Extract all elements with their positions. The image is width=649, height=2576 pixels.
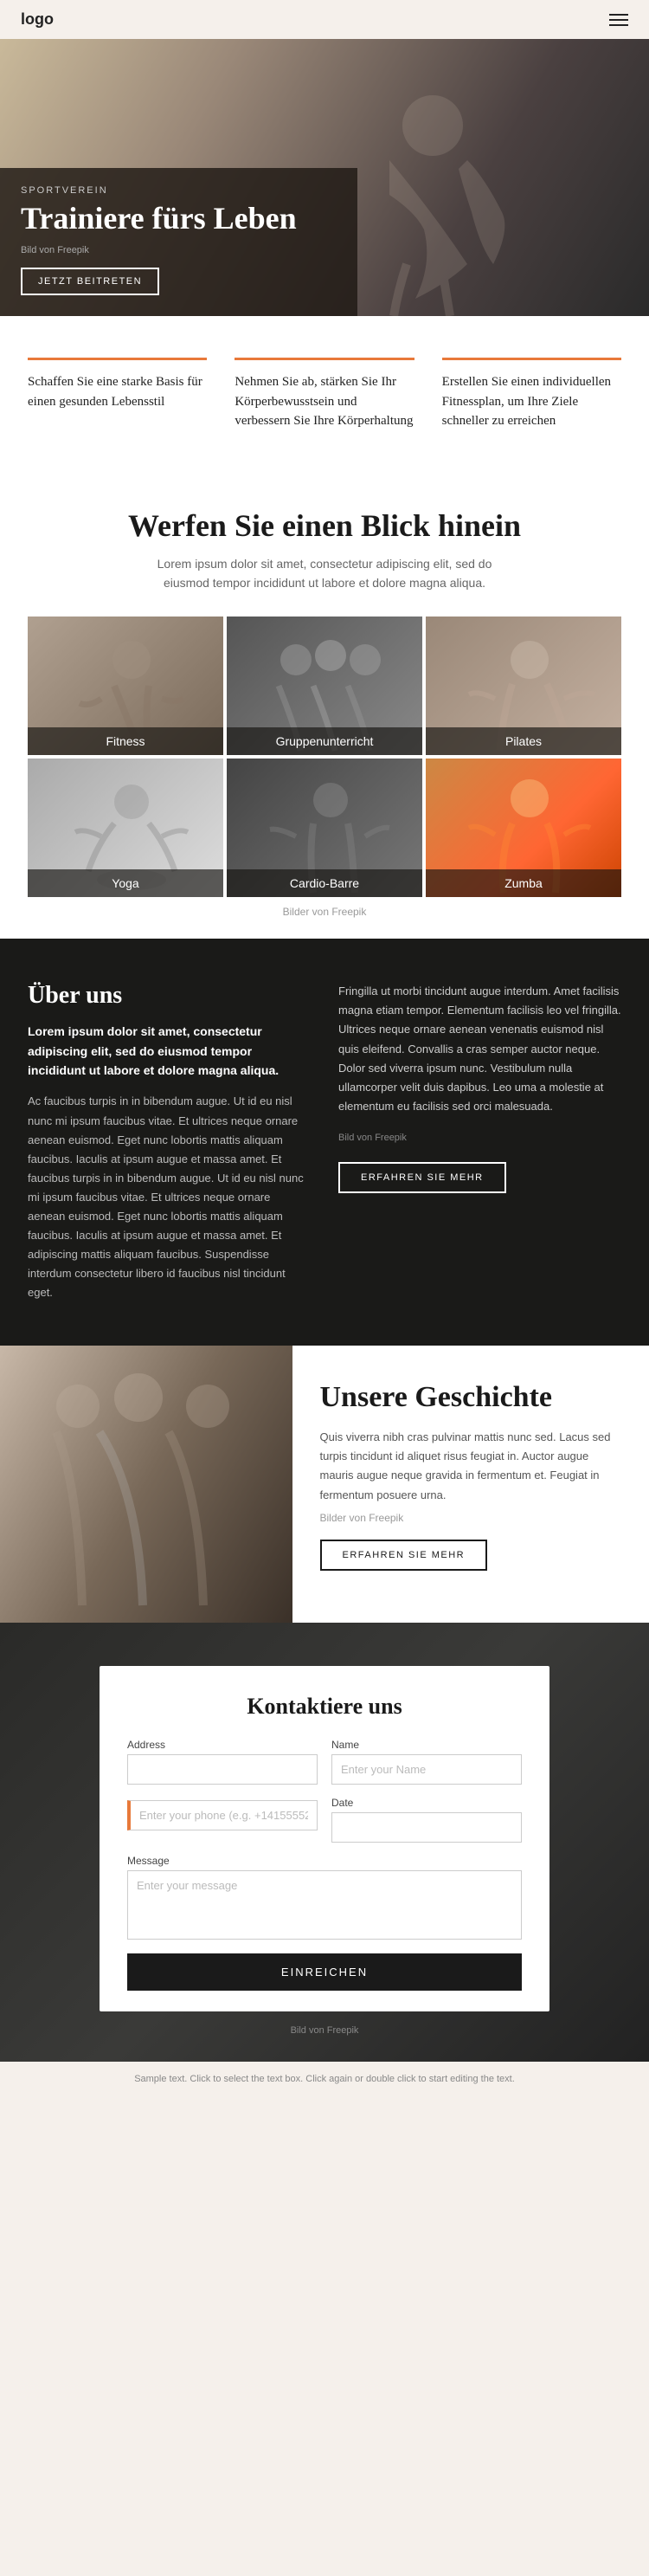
- form-group-address: Address: [127, 1739, 318, 1785]
- hero-title: Trainiere fürs Leben: [21, 201, 337, 236]
- date-input[interactable]: [331, 1812, 522, 1843]
- submit-button[interactable]: EINREICHEN: [127, 1953, 522, 1991]
- hero-section: SPORTVEREIN Trainiere fürs Leben Bild vo…: [0, 39, 649, 316]
- gallery-grid: Fitness Gruppenunterricht: [28, 617, 621, 897]
- form-row-phone-date: Date: [127, 1797, 522, 1843]
- form-group-message: Message: [127, 1855, 522, 1940]
- about-learn-button[interactable]: ERFAHREN SIE MEHR: [338, 1162, 506, 1193]
- about-credit: Bild von Freepik: [338, 1130, 621, 1146]
- features-section: Schaffen Sie eine starke Basis für einen…: [0, 316, 649, 473]
- contact-bg-credit: Bild von Freepik: [21, 2025, 628, 2036]
- hamburger-line-3: [609, 24, 628, 26]
- gallery-label-fitness: Fitness: [28, 727, 223, 755]
- history-content: Unsere Geschichte Quis viverra nibh cras…: [292, 1346, 649, 1623]
- history-title: Unsere Geschichte: [320, 1380, 622, 1416]
- contact-section: Kontaktiere uns Address Name Date Messag…: [0, 1623, 649, 2062]
- gallery-item-pilates[interactable]: Pilates: [426, 617, 621, 755]
- logo: logo: [21, 10, 54, 29]
- hero-overlay: SPORTVEREIN Trainiere fürs Leben Bild vo…: [0, 168, 357, 316]
- gallery-label-zumba: Zumba: [426, 869, 621, 897]
- footer-text: Sample text. Click to select the text bo…: [21, 2072, 628, 2088]
- gallery-item-cardio[interactable]: Cardio-Barre: [227, 759, 422, 897]
- footer: Sample text. Click to select the text bo…: [0, 2062, 649, 2098]
- form-row-address-name: Address Name: [127, 1739, 522, 1785]
- history-learn-button[interactable]: ERFAHREN SIE MEHR: [320, 1540, 488, 1571]
- contact-card: Kontaktiere uns Address Name Date Messag…: [100, 1666, 549, 2011]
- hero-credit: Bild von Freepik: [21, 245, 337, 255]
- form-group-name: Name: [331, 1739, 522, 1785]
- hero-cta-button[interactable]: JETZT BEITRETEN: [21, 268, 159, 295]
- gallery-section: Werfen Sie einen Blick hinein Lorem ipsu…: [0, 473, 649, 939]
- feature-item-1: Schaffen Sie eine starke Basis für einen…: [28, 358, 207, 431]
- gallery-label-cardio: Cardio-Barre: [227, 869, 422, 897]
- gallery-label-group: Gruppenunterricht: [227, 727, 422, 755]
- phone-input[interactable]: [127, 1800, 318, 1830]
- name-label: Name: [331, 1739, 522, 1751]
- address-input[interactable]: [127, 1754, 318, 1785]
- date-label: Date: [331, 1797, 522, 1809]
- about-body: Ac faucibus turpis in in bibendum augue.…: [28, 1092, 311, 1302]
- gallery-title: Werfen Sie einen Blick hinein: [28, 507, 621, 544]
- message-textarea[interactable]: [127, 1870, 522, 1940]
- message-label: Message: [127, 1855, 522, 1867]
- gallery-credit: Bilder von Freepik: [28, 906, 621, 918]
- feature-text-3: Erstellen Sie einen individuellen Fitnes…: [442, 372, 621, 431]
- about-section: Über uns Lorem ipsum dolor sit amet, con…: [0, 939, 649, 1346]
- history-text: Quis viverra nibh cras pulvinar mattis n…: [320, 1428, 622, 1504]
- history-credit: Bilder von Freepik: [320, 1512, 622, 1524]
- history-section: Unsere Geschichte Quis viverra nibh cras…: [0, 1346, 649, 1623]
- hamburger-menu[interactable]: [609, 14, 628, 26]
- contact-title: Kontaktiere uns: [127, 1694, 522, 1720]
- about-left: Über uns Lorem ipsum dolor sit amet, con…: [28, 982, 311, 1302]
- history-image-inner: [0, 1346, 292, 1623]
- history-image: [0, 1346, 292, 1623]
- feature-text-2: Nehmen Sie ab, stärken Sie Ihr Körperbew…: [235, 372, 414, 431]
- header: logo: [0, 0, 649, 39]
- feature-item-3: Erstellen Sie einen individuellen Fitnes…: [442, 358, 621, 431]
- about-title: Über uns: [28, 982, 311, 1010]
- gallery-item-yoga[interactable]: Yoga: [28, 759, 223, 897]
- gallery-label-yoga: Yoga: [28, 869, 223, 897]
- hamburger-line-1: [609, 14, 628, 16]
- feature-item-2: Nehmen Sie ab, stärken Sie Ihr Körperbew…: [235, 358, 414, 431]
- name-input[interactable]: [331, 1754, 522, 1785]
- feature-text-1: Schaffen Sie eine starke Basis für einen…: [28, 372, 207, 411]
- address-label: Address: [127, 1739, 318, 1751]
- gallery-item-fitness[interactable]: Fitness: [28, 617, 223, 755]
- hero-label: SPORTVEREIN: [21, 185, 337, 196]
- form-group-phone: [127, 1797, 318, 1843]
- form-group-date: Date: [331, 1797, 522, 1843]
- gallery-item-zumba[interactable]: Zumba: [426, 759, 621, 897]
- gallery-label-pilates: Pilates: [426, 727, 621, 755]
- hamburger-line-2: [609, 19, 628, 21]
- about-right: Fringilla ut morbi tincidunt augue inter…: [338, 982, 621, 1302]
- gallery-item-group[interactable]: Gruppenunterricht: [227, 617, 422, 755]
- about-intro: Lorem ipsum dolor sit amet, consectetur …: [28, 1022, 311, 1080]
- about-right-text: Fringilla ut morbi tincidunt augue inter…: [338, 982, 621, 1116]
- gallery-subtitle: Lorem ipsum dolor sit amet, consectetur …: [143, 554, 506, 593]
